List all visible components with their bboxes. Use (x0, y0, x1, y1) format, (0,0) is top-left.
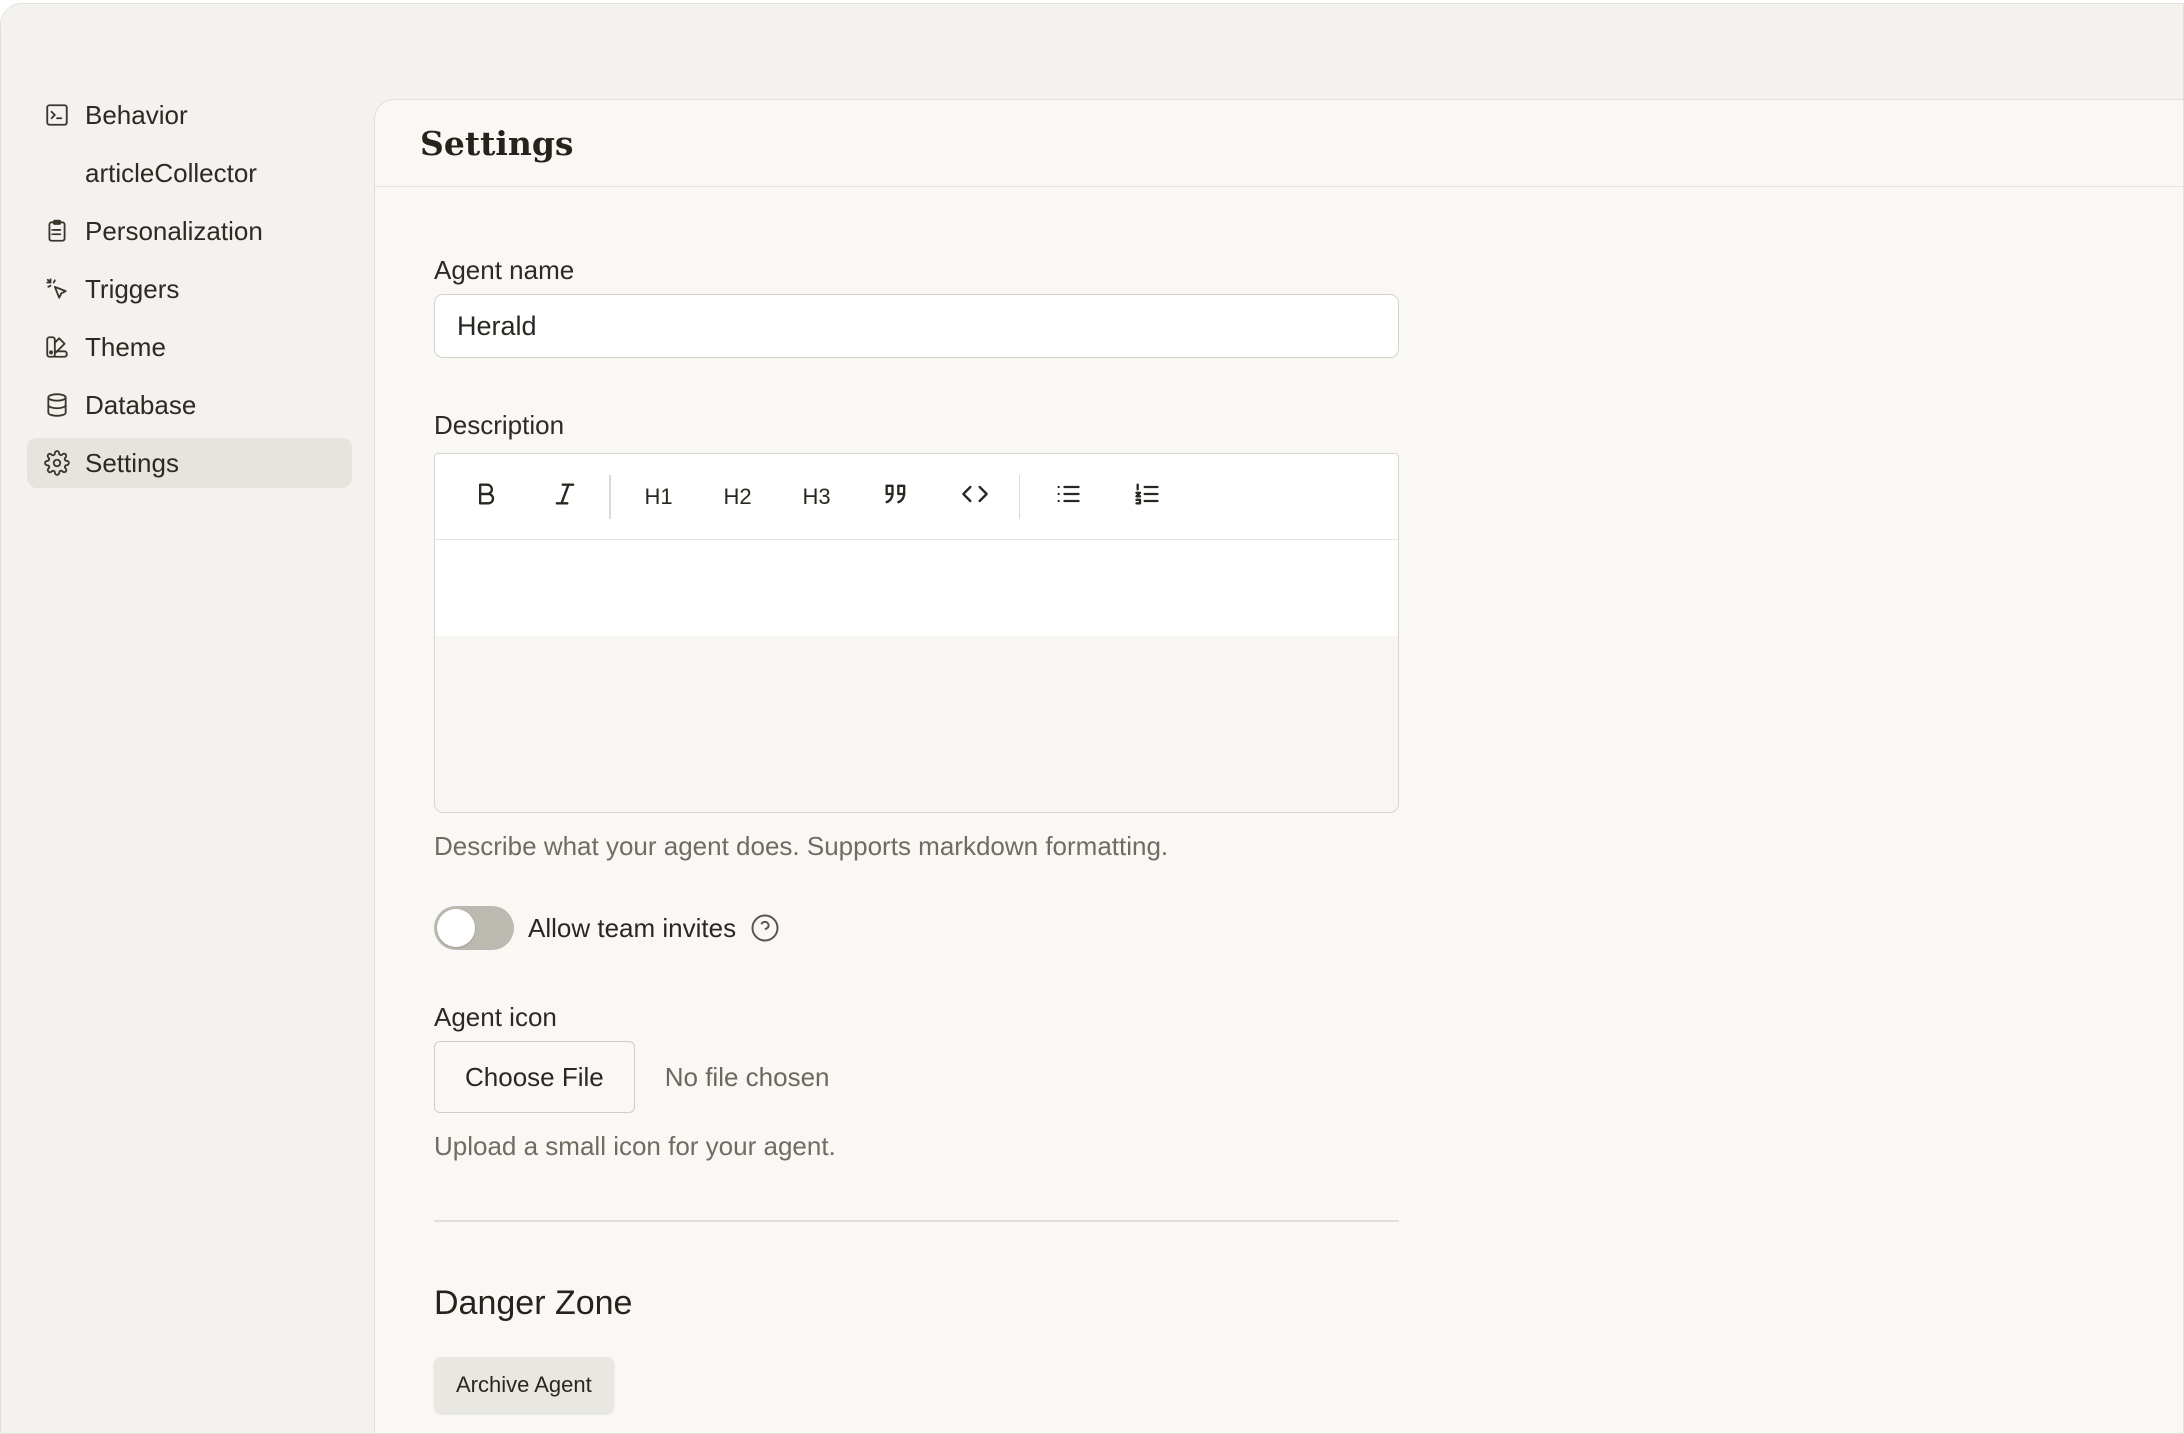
sidebar-item-label: articleCollector (85, 157, 257, 188)
settings-panel: Settings Agent name Description H1 H2 H3 (374, 99, 2183, 1433)
gear-icon (43, 449, 71, 477)
bold-button[interactable] (455, 472, 517, 522)
description-textarea[interactable] (435, 540, 1398, 636)
clipboard-list-icon (43, 217, 71, 245)
sidebar-item-label: Behavior (85, 99, 188, 130)
description-label: Description (434, 410, 565, 440)
divider (434, 1220, 1399, 1222)
heading-1-button[interactable]: H1 (628, 472, 690, 522)
sidebar: Behavior articleCollector Personalizatio… (27, 90, 352, 496)
sidebar-item-label: Personalization (85, 215, 263, 246)
code-icon (961, 480, 989, 514)
heading-2-label: H2 (723, 483, 752, 509)
team-invites-row: Allow team invites (434, 906, 1399, 950)
file-status: No file chosen (664, 1061, 830, 1092)
sidebar-item-settings[interactable]: Settings (27, 438, 352, 488)
panel-header: Settings (375, 100, 2183, 187)
settings-form: Agent name Description H1 H2 H3 (434, 255, 1399, 1413)
app-window: Behavior articleCollector Personalizatio… (0, 3, 2184, 1434)
quote-button[interactable] (865, 472, 927, 522)
toolbar-divider (609, 474, 611, 519)
help-icon[interactable] (750, 913, 780, 943)
editor-toolbar: H1 H2 H3 (435, 454, 1398, 540)
choose-file-button[interactable]: Choose File (434, 1041, 635, 1113)
sidebar-item-personalization[interactable]: Personalization (27, 206, 352, 256)
agent-name-label: Agent name (434, 255, 575, 285)
team-invites-toggle[interactable] (434, 906, 514, 950)
sidebar-item-behavior[interactable]: Behavior (27, 90, 352, 140)
bold-icon (472, 480, 500, 514)
sidebar-item-label: Database (85, 389, 197, 420)
danger-zone-title: Danger Zone (434, 1283, 633, 1322)
sidebar-item-label: Triggers (85, 273, 180, 304)
agent-icon-hint: Upload a small icon for your agent. (434, 1131, 836, 1161)
bullet-list-icon (1054, 480, 1082, 514)
heading-1-label: H1 (644, 483, 673, 509)
page-title: Settings (420, 123, 574, 163)
numbered-list-button[interactable] (1116, 472, 1178, 522)
file-upload: Choose File No file chosen (434, 1041, 1399, 1113)
description-hint: Describe what your agent does. Supports … (434, 831, 1169, 861)
sidebar-item-label: Theme (85, 331, 166, 362)
toggle-knob (437, 909, 475, 947)
heading-3-label: H3 (802, 483, 831, 509)
italic-button[interactable] (534, 472, 596, 522)
description-editor: H1 H2 H3 (434, 453, 1399, 813)
italic-icon (551, 480, 579, 514)
terminal-square-icon (43, 101, 71, 129)
archive-agent-button[interactable]: Archive Agent (434, 1356, 614, 1413)
sidebar-item-articlecollector[interactable]: articleCollector (27, 148, 352, 198)
agent-icon-label: Agent icon (434, 1002, 557, 1032)
sidebar-item-triggers[interactable]: Triggers (27, 264, 352, 314)
heading-3-button[interactable]: H3 (786, 472, 848, 522)
team-invites-label: Allow team invites (528, 912, 737, 943)
bullet-list-button[interactable] (1037, 472, 1099, 522)
numbered-list-icon (1133, 480, 1161, 514)
swatch-book-icon (43, 333, 71, 361)
sidebar-item-theme[interactable]: Theme (27, 322, 352, 372)
heading-2-button[interactable]: H2 (707, 472, 769, 522)
toolbar-divider (1018, 474, 1020, 519)
sidebar-item-database[interactable]: Database (27, 380, 352, 430)
quote-icon (882, 480, 910, 514)
agent-name-input[interactable] (434, 294, 1399, 358)
code-button[interactable] (944, 472, 1006, 522)
sidebar-item-label: Settings (85, 447, 179, 478)
pointer-click-icon (43, 275, 71, 303)
database-icon (43, 391, 71, 419)
